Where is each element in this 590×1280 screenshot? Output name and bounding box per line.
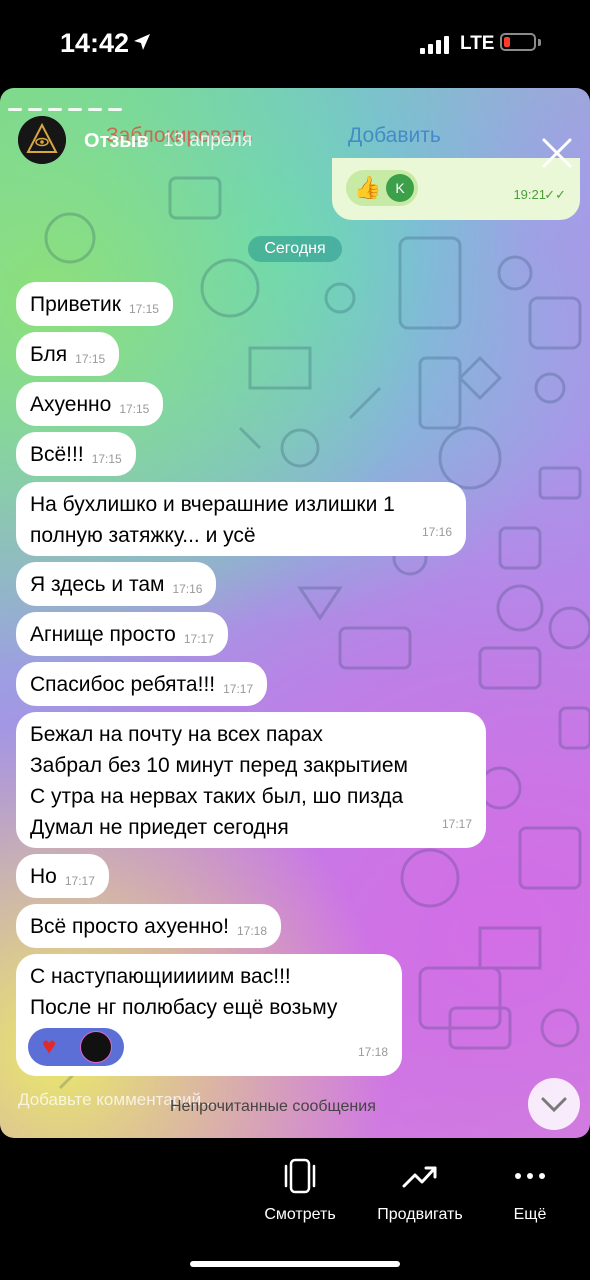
message-text: Я здесь и там: [30, 573, 165, 596]
date-separator: Сегодня: [248, 236, 342, 262]
close-icon[interactable]: [540, 136, 574, 170]
message-text: Бля: [30, 343, 68, 366]
trending-up-icon: [402, 1166, 437, 1188]
incoming-message: Бежал на почту на всех парах Забрал без …: [16, 712, 486, 848]
bottom-action-bar: Смотреть Продвигать Ещё: [0, 1138, 590, 1280]
message-text: Приветик: [30, 293, 121, 316]
message-time: 17:17: [64, 874, 95, 888]
incoming-message: Всё!!! 17:15: [16, 432, 136, 476]
add-link: Добавить: [348, 124, 441, 147]
unread-separator: Непрочитанные сообщения: [170, 1098, 376, 1115]
message-text: С наступающииииим вас!!! После нг полюба…: [30, 965, 338, 1019]
pyramid-eye-icon: [18, 116, 66, 164]
message-time: 17:16: [172, 582, 203, 596]
thumbs-up-icon: 👍: [354, 175, 382, 200]
message-time: 19:21: [513, 187, 546, 202]
message-text: Но: [30, 865, 57, 888]
view-phone-icon: [284, 1158, 316, 1194]
more-button[interactable]: Ещё: [500, 1156, 560, 1224]
message-text: Агнище просто: [30, 623, 176, 646]
more-dots-icon: [515, 1173, 545, 1179]
network-type: LTE: [460, 33, 495, 54]
story-progress-bar: [8, 98, 578, 111]
message-time: 17:15: [91, 452, 122, 466]
message-text: Бежал на почту на всех парах Забрал без …: [30, 723, 408, 839]
more-label: Ещё: [513, 1206, 547, 1223]
message-time: 17:15: [75, 352, 106, 366]
message-text: На бухлишко и вчерашние излишки 1 полную…: [30, 493, 395, 547]
author-avatar[interactable]: [18, 116, 66, 164]
incoming-message: Я здесь и там 17:16: [16, 562, 217, 606]
story-viewer[interactable]: 👍 K 19:21 ✓✓ Сегодня Заблокировать Добав…: [0, 88, 590, 1138]
status-time: 14:42: [60, 28, 130, 58]
reactor-avatar: [80, 1031, 112, 1063]
read-checkmarks-icon: ✓✓: [544, 187, 566, 202]
incoming-message: Агнище просто 17:17: [16, 612, 228, 656]
message-time: 17:16: [421, 525, 452, 539]
story-date: 13 апреля: [163, 130, 253, 151]
message-time: 17:15: [119, 402, 150, 416]
story-author[interactable]: Отзыв: [84, 130, 149, 153]
message-time: 17:18: [357, 1045, 388, 1059]
promote-label: Продвигать: [377, 1206, 463, 1223]
home-indicator[interactable]: [190, 1261, 400, 1267]
incoming-message: Бля 17:15: [16, 332, 120, 376]
heart-icon: ♥: [42, 1033, 57, 1060]
promote-button[interactable]: Продвигать: [365, 1156, 475, 1224]
chevron-down-icon: [541, 1097, 567, 1113]
message-time: 17:17: [441, 817, 472, 831]
incoming-message: Приветик 17:15: [16, 282, 173, 326]
scroll-down-button[interactable]: [528, 1078, 580, 1130]
message-time: 17:17: [183, 632, 214, 646]
location-arrow-icon: [134, 34, 150, 50]
incoming-message: Но 17:17: [16, 854, 109, 898]
message-reactions: ♥: [28, 1028, 124, 1066]
reactor-avatar: K: [386, 174, 414, 202]
message-time: 17:18: [236, 924, 268, 938]
story-header: Заблокировать Добавить Отзыв 13 апреля: [0, 108, 590, 178]
signal-bars-icon: [420, 36, 449, 54]
incoming-message: Ахуенно 17:15: [16, 382, 164, 426]
incoming-message: С наступающииииим вас!!! После нг полюба…: [16, 954, 402, 1076]
incoming-message: Спасибос ребята!!! 17:17: [16, 662, 268, 706]
status-bar: 14:42 LTE: [0, 0, 590, 88]
message-time: 17:15: [128, 302, 159, 316]
view-label: Смотреть: [264, 1206, 336, 1223]
view-button[interactable]: Смотреть: [250, 1156, 350, 1224]
incoming-message: На бухлишко и вчерашние излишки 1 полную…: [16, 482, 466, 556]
message-text: Спасибос ребята!!!: [30, 673, 216, 696]
battery-icon: [500, 33, 536, 51]
battery-tip: [538, 39, 541, 46]
message-text: Всё!!!: [30, 443, 84, 466]
message-time: 17:17: [223, 682, 254, 696]
message-text: Всё просто ахуенно!: [30, 915, 229, 938]
message-text: Ахуенно: [30, 393, 112, 416]
incoming-message: Всё просто ахуенно! 17:18: [16, 904, 282, 948]
